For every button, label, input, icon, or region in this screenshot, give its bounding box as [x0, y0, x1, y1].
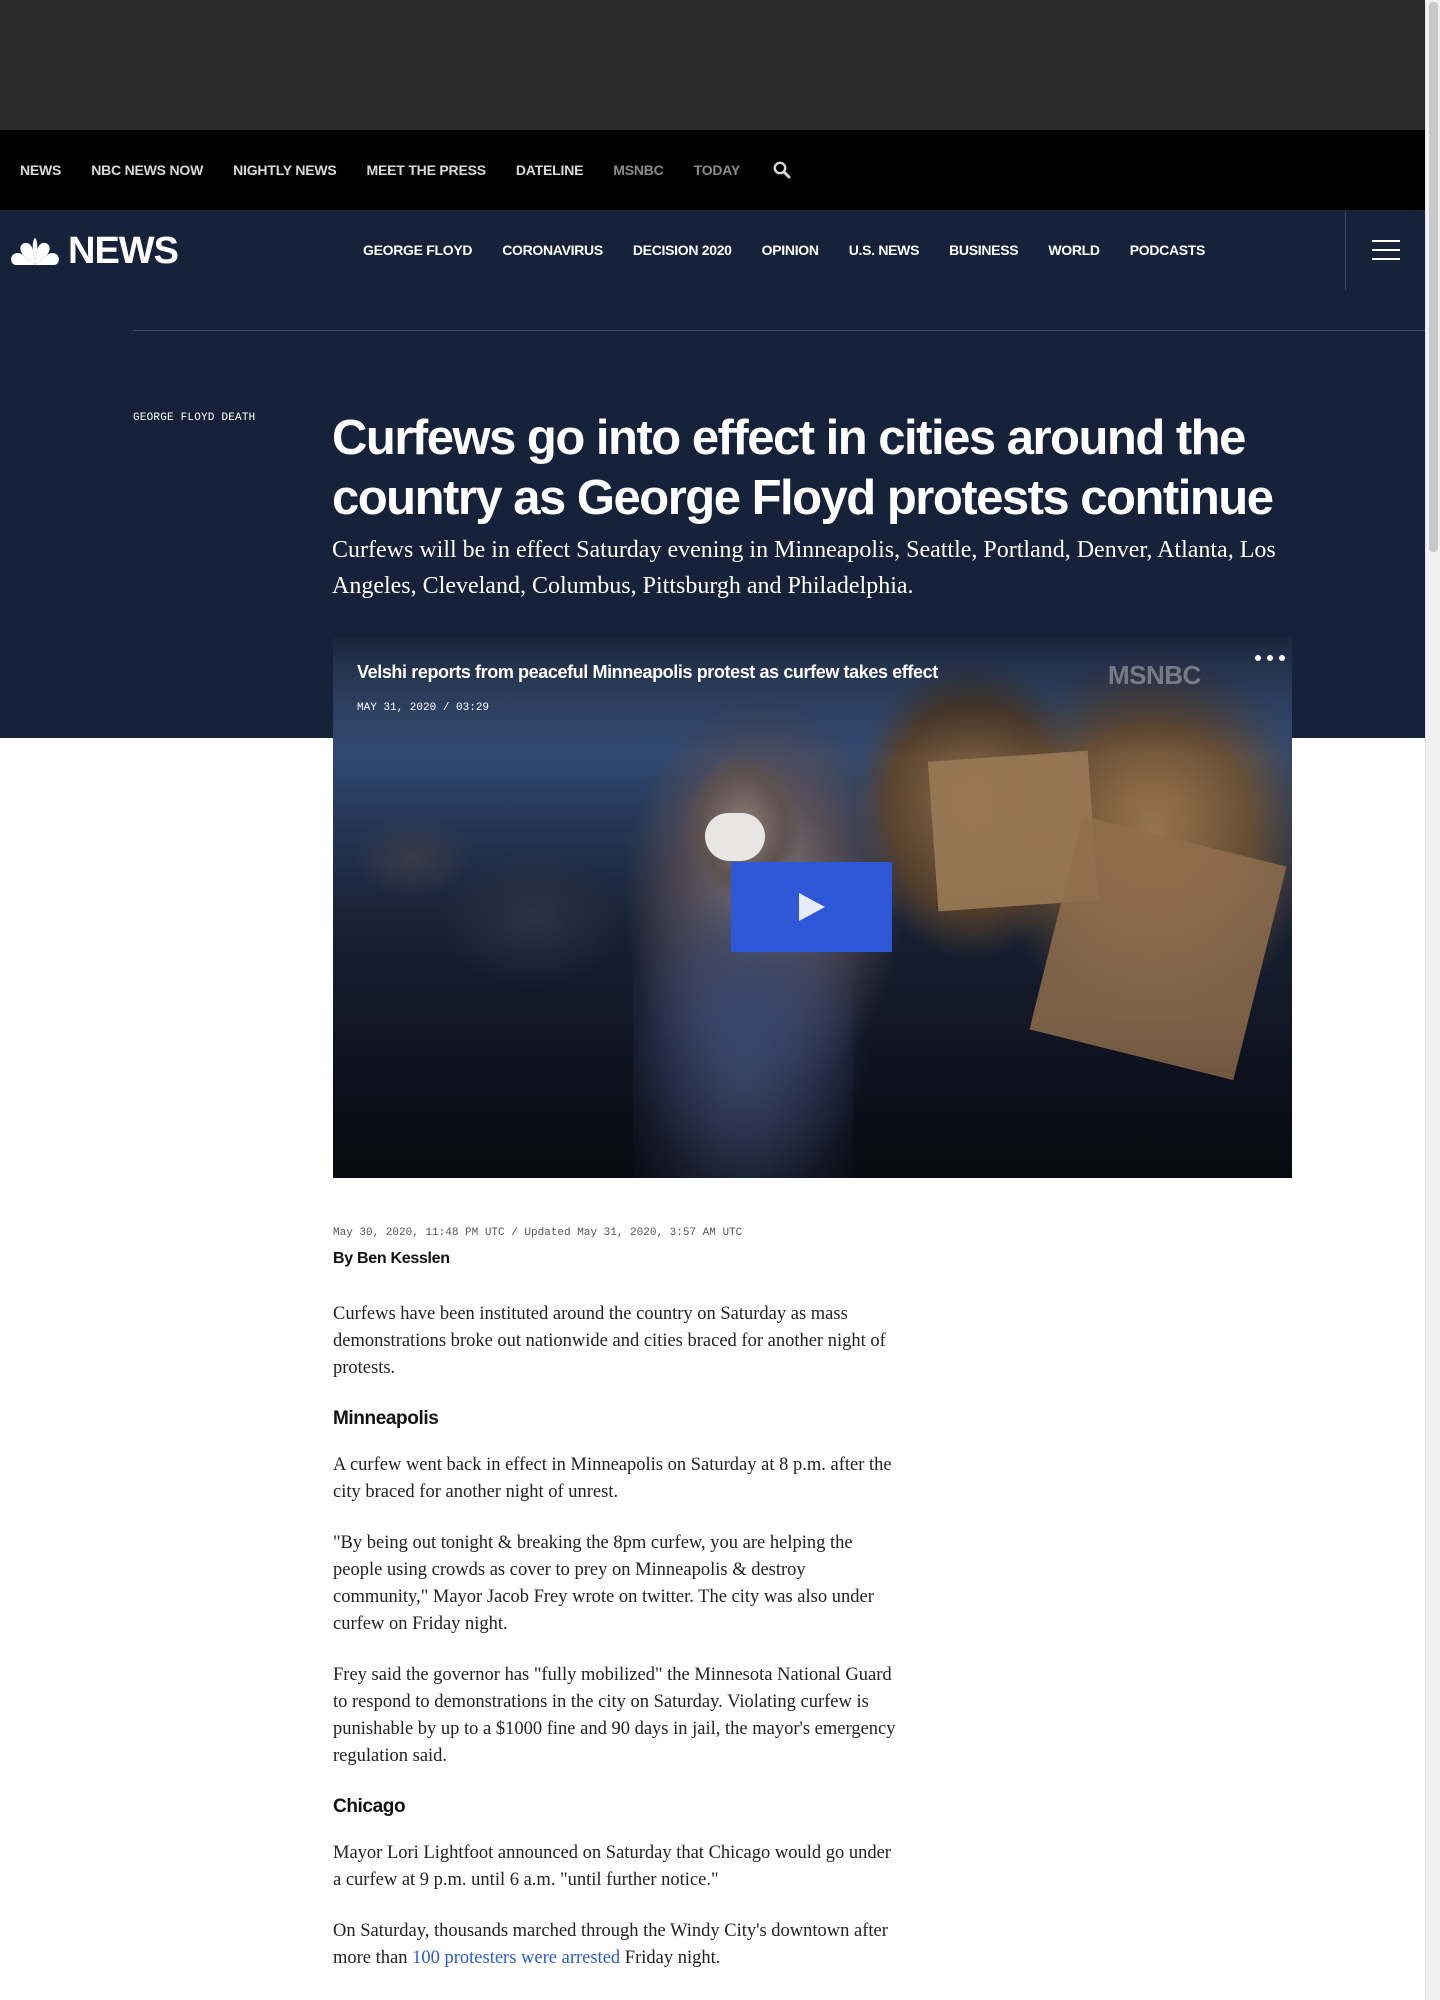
news-wordmark: NEWS	[68, 230, 179, 272]
article-headline: Curfews go into effect in cities around …	[332, 411, 1274, 525]
page-scrollbar[interactable]	[1425, 0, 1440, 2000]
network-nav-msnbc[interactable]: MSNBC	[613, 162, 664, 178]
video-title: Velshi reports from peaceful Minneapolis…	[357, 662, 938, 682]
section-world[interactable]: WORLD	[1048, 242, 1100, 258]
section-business[interactable]: BUSINESS	[949, 242, 1018, 258]
network-nav-dateline[interactable]: DATELINE	[516, 162, 584, 178]
author-link[interactable]: Ben Kesslen	[357, 1250, 450, 1267]
article-eyebrow[interactable]: GEORGE FLOYD DEATH	[133, 412, 255, 424]
network-nav-today[interactable]: TODAY	[694, 162, 741, 178]
ad-banner-area	[0, 0, 1425, 130]
nbc-peacock-icon	[11, 238, 59, 265]
article-dateline: May 30, 2020, 11:48 PM UTC / Updated May…	[333, 1227, 743, 1239]
paragraph: On Saturday, thousands marched through t…	[333, 1918, 899, 1972]
paragraph: A curfew went back in effect in Minneapo…	[333, 1455, 892, 1502]
scrollbar-thumb[interactable]	[1429, 2, 1438, 552]
play-icon	[798, 893, 825, 921]
section-george-floyd[interactable]: GEORGE FLOYD	[363, 242, 472, 258]
section-coronavirus[interactable]: CORONAVIRUS	[502, 242, 603, 258]
section-nav: GEORGE FLOYD CORONAVIRUS DECISION 2020 O…	[363, 210, 1235, 290]
article-byline: By Ben Kesslen	[333, 1250, 450, 1268]
hero-divider	[133, 330, 1425, 331]
article-dek: Curfews will be in effect Saturday eveni…	[332, 537, 1276, 599]
hamburger-menu-icon[interactable]	[1372, 240, 1400, 260]
subheading-minneapolis: Minneapolis	[333, 1408, 439, 1429]
section-podcasts[interactable]: PODCASTS	[1130, 242, 1206, 258]
network-nav-meet-the-press[interactable]: MEET THE PRESS	[367, 162, 487, 178]
network-nav-news[interactable]: NEWS	[20, 162, 61, 178]
section-decision-2020[interactable]: DECISION 2020	[633, 242, 732, 258]
search-icon[interactable]	[772, 160, 792, 180]
network-nav: NEWS NBC NEWS NOW NIGHTLY NEWS MEET THE …	[0, 130, 1425, 210]
main-nav: NEWS GEORGE FLOYD CORONAVIRUS DECISION 2…	[0, 210, 1425, 290]
video-channel-watermark: MSNBC	[1108, 660, 1201, 690]
network-nav-nbc-news-now[interactable]: NBC NEWS NOW	[91, 162, 203, 178]
arrests-link[interactable]: 100 protesters were arrested	[412, 1948, 620, 1968]
paragraph: Curfews have been instituted around the …	[333, 1304, 886, 1378]
nbc-news-logo[interactable]: NEWS	[10, 230, 179, 272]
article-body: Curfews have been instituted around the …	[333, 1301, 899, 1996]
menu-divider	[1345, 210, 1346, 290]
network-nav-nightly-news[interactable]: NIGHTLY NEWS	[233, 162, 337, 178]
paragraph: Mayor Lori Lightfoot announced on Saturd…	[333, 1843, 891, 1890]
section-us-news[interactable]: U.S. NEWS	[849, 242, 920, 258]
paragraph-text: Friday night.	[620, 1948, 721, 1968]
paragraph: Frey said the governor has "fully mobili…	[333, 1665, 896, 1766]
subheading-chicago: Chicago	[333, 1796, 406, 1817]
more-options-icon[interactable]	[1255, 650, 1285, 666]
play-button[interactable]	[731, 862, 892, 952]
section-opinion[interactable]: OPINION	[762, 242, 819, 258]
video-player[interactable]: Velshi reports from peaceful Minneapolis…	[333, 638, 1292, 1178]
byline-prefix: By	[333, 1250, 353, 1267]
video-meta: MAY 31, 2020 / 03:29	[357, 702, 490, 714]
paragraph: "By being out tonight & breaking the 8pm…	[333, 1533, 874, 1634]
